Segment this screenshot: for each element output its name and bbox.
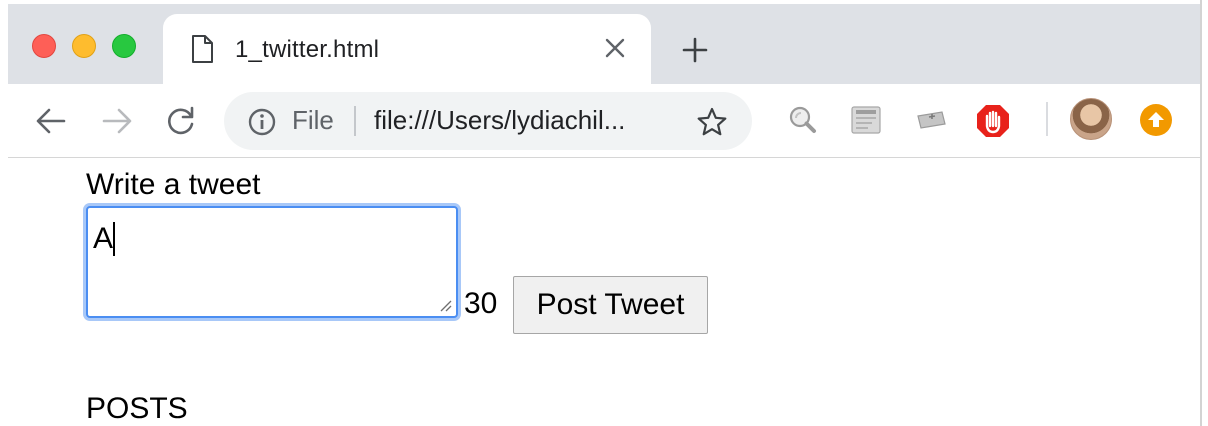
window-edge (1200, 0, 1202, 426)
magnifier-extension-icon[interactable] (786, 104, 818, 141)
close-window-button[interactable] (32, 34, 56, 58)
adblock-hand-icon[interactable] (976, 104, 1010, 143)
compose-label: Write a tweet (86, 168, 261, 201)
info-icon[interactable] (248, 108, 276, 141)
tab-strip: 1_twitter.html (8, 4, 1200, 84)
reload-icon[interactable] (164, 104, 198, 143)
tab-title: 1_twitter.html (235, 36, 380, 63)
toolbar-divider (1046, 102, 1048, 136)
url-text[interactable]: file:///Users/lydiachil... (374, 105, 625, 136)
address-bar[interactable]: File file:///Users/lydiachil... (224, 92, 752, 150)
tab-active[interactable]: 1_twitter.html (163, 14, 651, 84)
divider (354, 106, 356, 136)
update-arrow-icon[interactable] (1140, 104, 1172, 136)
resize-grip-icon[interactable] (436, 296, 452, 317)
arrow-right-icon[interactable] (100, 104, 134, 143)
security-chip[interactable]: File (292, 105, 334, 136)
character-count: 30 (464, 287, 498, 320)
posts-heading: POSTS (86, 392, 188, 425)
tweet-input-value: A (93, 222, 114, 255)
smtp-extension-icon[interactable] (850, 104, 882, 141)
keyboard-extension-icon[interactable] (914, 104, 948, 141)
maximize-window-button[interactable] (112, 34, 136, 58)
new-tab-icon[interactable] (682, 37, 708, 68)
document-icon (191, 35, 213, 68)
post-tweet-button[interactable]: Post Tweet (513, 276, 708, 334)
star-icon[interactable] (696, 106, 728, 143)
avatar[interactable] (1070, 98, 1112, 140)
minimize-window-button[interactable] (72, 34, 96, 58)
arrow-left-icon[interactable] (34, 104, 68, 143)
browser-toolbar: File file:///Users/lydiachil... (8, 84, 1200, 158)
close-icon[interactable] (603, 36, 627, 65)
tweet-textarea[interactable] (86, 206, 458, 318)
text-caret (113, 222, 115, 256)
